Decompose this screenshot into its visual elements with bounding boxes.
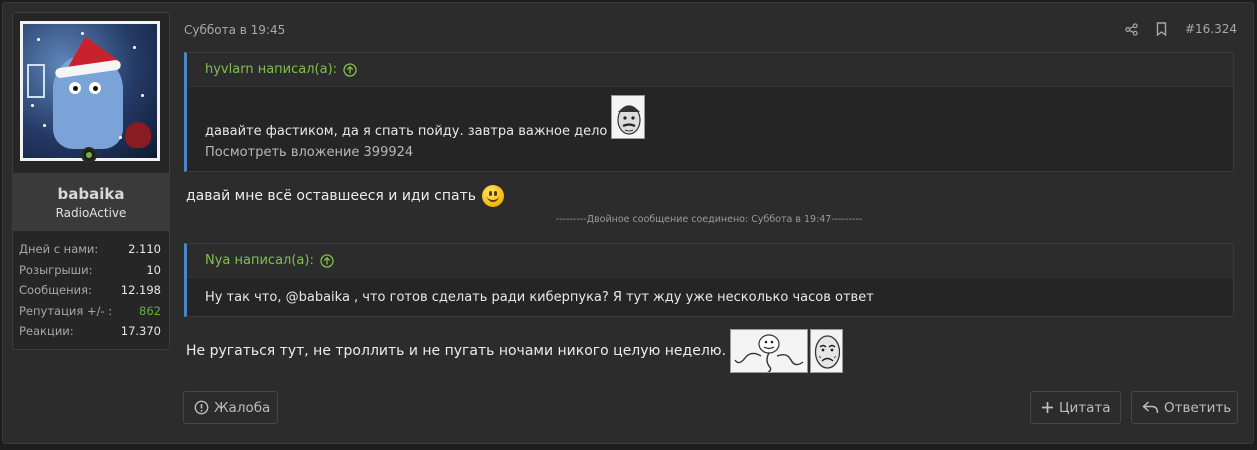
post-number[interactable]: #16.324	[1185, 22, 1237, 36]
smile-emoji-icon	[482, 185, 504, 207]
stat-reputation: Репутация +/- : 862	[13, 301, 169, 322]
message-text: Не ругаться тут, не троллить и не пугать…	[186, 327, 844, 375]
quote-text: Ну так что, @babaika , что готов сделать…	[205, 289, 874, 305]
report-label: Жалоба	[214, 399, 271, 416]
quote-header[interactable]: hyvlarn написал(а):	[187, 53, 1233, 87]
reply-arrow-icon	[1142, 400, 1159, 415]
stat-messages: Сообщения: 12.198	[13, 280, 169, 301]
quote-content: давайте фастиком, да я спать пойду. завт…	[187, 87, 1233, 160]
stat-giveaways: Розыгрыши: 10	[13, 260, 169, 281]
user-header: babaika RadioActive	[13, 173, 169, 231]
merged-notice: ---------Двойное сообщение соединено: Су…	[555, 214, 863, 225]
quote-block: hyvlarn написал(а): давайте фастиком, да…	[184, 52, 1234, 172]
online-status-icon	[81, 147, 97, 163]
message-line: давай мне всё оставшееся и иди спать	[186, 188, 476, 204]
stat-value: 12.198	[120, 283, 161, 298]
quote-content: Ну так что, @babaika , что готов сделать…	[187, 278, 1233, 316]
stat-label: Репутация +/- :	[19, 303, 113, 318]
meme-troll-dance-image[interactable]	[730, 329, 809, 373]
quote-author[interactable]: hyvlarn написал(а):	[205, 62, 337, 77]
alert-circle-icon	[194, 400, 209, 415]
quote-header[interactable]: Nya написал(а):	[187, 244, 1233, 278]
username[interactable]: babaika	[13, 185, 169, 203]
stat-label: Реакции:	[19, 324, 74, 339]
bookmark-icon[interactable]	[1156, 22, 1167, 36]
post-date[interactable]: Суббота в 19:45	[184, 23, 285, 37]
quote-block: Nya написал(а): Ну так что, @babaika , ч…	[184, 243, 1234, 317]
quote-label: Цитата	[1059, 399, 1111, 416]
meme-face-image[interactable]	[611, 95, 646, 139]
message-line: Не ругаться тут, не троллить и не пугать…	[186, 343, 727, 359]
stat-label: Дней с нами:	[19, 242, 99, 257]
arrow-up-circle-icon[interactable]	[320, 253, 334, 268]
reply-label: Ответить	[1164, 399, 1232, 416]
post-actions: #16.324	[1125, 22, 1237, 36]
user-sidebar: babaika RadioActive Дней с нами: 2.110 Р…	[12, 12, 170, 350]
attachment-link[interactable]: Посмотреть вложение 399924	[205, 145, 1215, 160]
stat-value: 10	[146, 262, 161, 277]
reply-button[interactable]: Ответить	[1131, 391, 1238, 424]
quote-author[interactable]: Nya написал(а):	[205, 253, 314, 268]
stat-label: Сообщения:	[19, 283, 92, 298]
stat-value: 2.110	[128, 242, 161, 257]
share-icon[interactable]	[1125, 22, 1138, 36]
report-button[interactable]: Жалоба	[183, 391, 278, 424]
stat-days: Дней с нами: 2.110	[13, 239, 169, 260]
quote-text: давайте фастиком, да я спать пойду. завт…	[205, 124, 608, 139]
stat-value: 862	[139, 303, 161, 318]
arrow-up-circle-icon[interactable]	[343, 62, 357, 77]
avatar-image	[23, 24, 157, 158]
stat-value: 17.370	[120, 324, 161, 339]
message-text: давай мне всё оставшееся и иди спать	[186, 182, 504, 210]
user-stats: Дней с нами: 2.110 Розыгрыши: 10 Сообщен…	[13, 239, 169, 342]
plus-icon	[1041, 401, 1054, 414]
user-title: RadioActive	[55, 206, 127, 220]
avatar[interactable]	[20, 21, 160, 161]
meme-sad-face-image[interactable]	[810, 329, 844, 373]
stat-reactions: Реакции: 17.370	[13, 321, 169, 342]
quote-button[interactable]: Цитата	[1030, 391, 1121, 424]
stat-label: Розыгрыши:	[19, 262, 93, 277]
